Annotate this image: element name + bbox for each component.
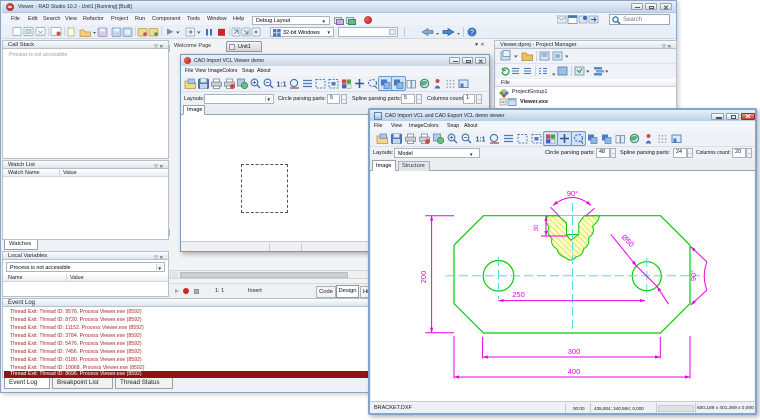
svg-text:90°: 90° bbox=[689, 270, 698, 281]
svg-text:1:1: 1:1 bbox=[475, 137, 485, 144]
svg-text:250: 250 bbox=[512, 290, 525, 299]
svg-text:400: 400 bbox=[568, 367, 581, 376]
svg-text:Ø50: Ø50 bbox=[620, 233, 636, 249]
svg-text:90°: 90° bbox=[567, 189, 578, 198]
svg-text:300: 300 bbox=[568, 347, 581, 356]
svg-text:30: 30 bbox=[534, 224, 540, 231]
svg-text:?: ? bbox=[470, 30, 474, 37]
svg-text:200: 200 bbox=[419, 271, 428, 284]
svg-text:1:1: 1:1 bbox=[276, 82, 286, 89]
